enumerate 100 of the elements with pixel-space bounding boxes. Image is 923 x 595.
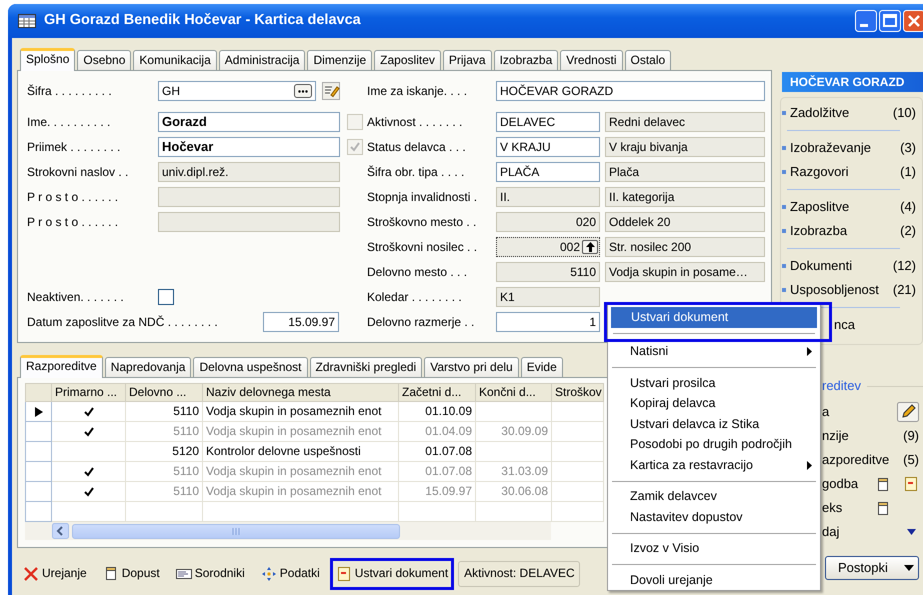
column-header[interactable]: Začetni d... — [398, 384, 476, 402]
input-field[interactable]: Str. nosilec 200 — [605, 237, 765, 257]
pencil-button-icon[interactable] — [897, 402, 919, 422]
toolbar-button[interactable]: Podatki — [254, 558, 326, 590]
panel-link[interactable]: Razgovori — [790, 164, 849, 180]
column-header[interactable]: Delovno ... — [126, 384, 202, 402]
table-cell: 01.10.09 — [398, 402, 476, 422]
count-text: (5) — [903, 452, 919, 468]
scroll-left-button-icon[interactable] — [52, 523, 69, 539]
panel-link[interactable]: Izobraževanje — [790, 140, 871, 156]
input-field[interactable]: K1 — [496, 287, 600, 307]
column-header[interactable]: Naziv delovnega mesta — [202, 384, 398, 402]
input-field[interactable]: V KRAJU — [496, 137, 600, 157]
panel-link[interactable]: nca — [834, 317, 855, 333]
panel-link[interactable]: nzije — [822, 428, 849, 444]
menu-item[interactable]: Posodobi po drugih področjih — [610, 434, 818, 455]
input-field[interactable]: Plača — [605, 162, 765, 182]
input-field[interactable]: DELAVEC — [496, 112, 600, 132]
input-field[interactable]: HOČEVAR GORAZD — [496, 81, 765, 101]
menu-item[interactable]: Zamik delavcev — [610, 486, 818, 507]
toolbar-button[interactable]: Sorodniki — [170, 558, 251, 590]
input-field[interactable]: PLAČA — [496, 162, 600, 182]
tab[interactable]: Zaposlitev — [374, 50, 441, 70]
panel-link[interactable]: eks — [822, 500, 842, 516]
tab[interactable]: Evide — [520, 357, 563, 377]
menu-item[interactable]: Izvoz v Visio — [610, 538, 818, 559]
input-field[interactable]: GH — [158, 81, 316, 101]
tab[interactable]: Varstvo pri delu — [424, 357, 519, 377]
field-label: Aktivnost . . . . . . . — [367, 114, 464, 130]
input-field[interactable]: univ.dipl.rež. — [158, 162, 340, 182]
assist-button[interactable] — [582, 240, 598, 254]
input-field[interactable] — [158, 187, 340, 207]
menu-item[interactable]: Dovoli urejanje — [610, 570, 818, 590]
tab[interactable]: Vrednosti — [560, 50, 623, 70]
input-field[interactable] — [158, 212, 340, 232]
toolbar-button[interactable]: Ustvari dokument — [330, 558, 454, 590]
panel-link[interactable]: daj — [822, 524, 840, 540]
column-header[interactable]: Primarno ... — [52, 384, 126, 402]
input-field[interactable]: 5110 — [496, 262, 600, 282]
menu-item[interactable]: Natisni — [610, 342, 818, 362]
tab[interactable]: Izobrazba — [494, 50, 558, 70]
expand-triangle-icon[interactable] — [907, 529, 916, 535]
tab[interactable]: Napredovanja — [104, 357, 192, 377]
maximize-icon[interactable] — [879, 10, 901, 32]
close-icon[interactable] — [903, 10, 923, 32]
tab[interactable]: Komunikacija — [133, 50, 217, 70]
menu-item[interactable]: Ustvari delavca iz Stika — [610, 414, 818, 434]
input-field[interactable]: Redni delavec — [605, 112, 765, 132]
menu-item[interactable]: Ustvari prosilca — [610, 373, 818, 394]
section-title: reditev — [822, 378, 862, 394]
input-field[interactable]: V kraju bivanja — [605, 137, 765, 157]
input-field[interactable]: 1 — [496, 312, 600, 332]
tab[interactable]: Dimenzije — [307, 50, 372, 70]
scrollbar-thumb[interactable] — [72, 524, 400, 538]
tab[interactable]: Prijava — [442, 50, 492, 70]
panel-link[interactable]: Dokumenti — [790, 258, 852, 274]
tab[interactable]: Zdravniški pregledi — [310, 357, 422, 377]
panel-link[interactable]: Usposobljenost — [790, 282, 879, 298]
menu-item[interactable]: Ustvari dokument — [611, 307, 817, 328]
table-cell: Vodja skupin in posameznih enot — [202, 422, 398, 442]
input-field[interactable]: II. — [496, 187, 600, 207]
column-header[interactable]: Stroškov — [552, 384, 604, 402]
input-field[interactable]: 002 — [496, 237, 600, 257]
panel-link[interactable]: godba — [822, 476, 858, 492]
input-field[interactable]: 15.09.97 — [263, 312, 339, 332]
field-label: Šifra obr. tipa . . . . — [367, 164, 466, 180]
input-field[interactable]: II. kategorija — [605, 187, 765, 207]
tab[interactable]: Ostalo — [624, 50, 672, 70]
tab[interactable]: Splošno — [20, 48, 76, 71]
field-label: Ime. . . . . . . . . . — [27, 114, 112, 130]
input-field[interactable]: Oddelek 20 — [605, 212, 765, 232]
panel-link[interactable]: Izobrazba — [790, 223, 848, 239]
input-field[interactable]: Vodja skupin in posame… — [605, 262, 765, 282]
input-field[interactable]: Gorazd — [158, 112, 340, 132]
toolbar-button[interactable]: Urejanje — [17, 558, 93, 590]
toolbar-button[interactable]: Dopust — [96, 558, 166, 590]
actions-dropdown-button[interactable]: Postopki — [825, 556, 919, 580]
input-field[interactable]: 020 — [496, 212, 600, 232]
tab[interactable]: Osebno — [77, 50, 132, 70]
tab[interactable]: Razporeditve — [20, 355, 103, 378]
menu-item[interactable]: Kartica za restavracijo — [610, 455, 818, 476]
field-label: P r o s t o . . . . . . — [27, 190, 120, 204]
bullet-icon — [782, 146, 786, 150]
panel-link[interactable]: azporeditve — [822, 452, 890, 468]
bullet-icon — [782, 170, 786, 174]
menu-item[interactable]: Kopiraj delavca — [610, 394, 818, 414]
window-title: GH Gorazd Benedik Hočevar - Kartica delavca — [44, 12, 361, 30]
edit-icon[interactable] — [322, 82, 340, 100]
panel-link[interactable]: a — [822, 404, 830, 420]
panel-link[interactable]: Zaposlitve — [790, 199, 850, 215]
menu-item[interactable]: Nastavitev dopustov — [610, 507, 818, 528]
input-field[interactable]: Hočevar — [158, 137, 340, 157]
minimize-icon[interactable] — [855, 10, 877, 32]
tab[interactable]: Delovna uspešnost — [193, 357, 308, 377]
checkbox[interactable] — [158, 289, 174, 305]
column-header[interactable]: Končni d... — [476, 384, 552, 402]
panel-link[interactable]: Zadolžitve — [790, 105, 850, 121]
lookup-button[interactable] — [294, 84, 312, 98]
tab[interactable]: Administracija — [218, 50, 306, 70]
table-cell: 30.06.08 — [476, 482, 552, 502]
